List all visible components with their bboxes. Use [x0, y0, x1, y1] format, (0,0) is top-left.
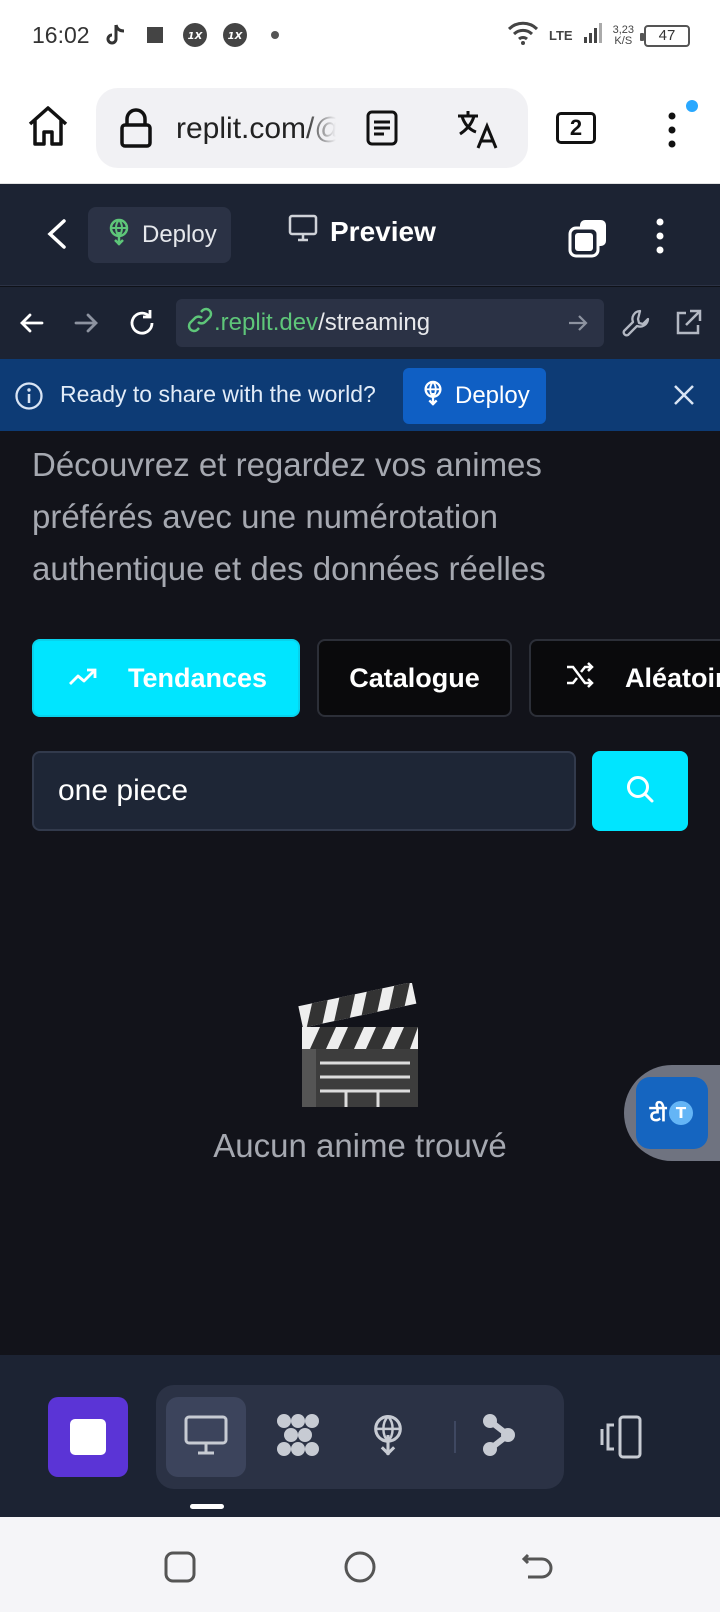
close-icon[interactable] [672, 383, 696, 407]
stop-icon [70, 1419, 106, 1455]
notification-icons: 1X 1X [102, 22, 288, 48]
search-icon [625, 774, 655, 809]
packages-tool-button[interactable] [258, 1397, 338, 1477]
open-external-icon[interactable] [672, 307, 704, 339]
square-notification-icon [142, 22, 168, 48]
system-navigation-bar [0, 1517, 720, 1612]
status-time: 16:02 [32, 22, 90, 48]
back-chevron-icon[interactable] [42, 217, 72, 251]
preview-tab[interactable]: Preview [288, 214, 436, 249]
signal-icon [583, 22, 603, 49]
browser-menu-icon[interactable] [660, 106, 684, 154]
status-right: LTE 3,23 K/S 47 [507, 20, 690, 51]
lock-icon [118, 108, 154, 148]
info-icon [14, 381, 44, 411]
trending-up-icon [68, 663, 98, 694]
tab-catalogue-label: Catalogue [349, 662, 480, 693]
browser-toolbar: replit.com/@ 2 [0, 72, 720, 184]
tiktok-icon [102, 22, 128, 48]
translate-icon[interactable] [456, 108, 498, 150]
packages-icon [274, 1411, 322, 1464]
floating-translate-bubble[interactable]: टी T [624, 1065, 720, 1161]
app-content: Découvrez et regardez vos animes préféré… [0, 431, 720, 1355]
svg-text:T: T [676, 1104, 687, 1122]
floating-label: टी [649, 1101, 667, 1126]
link-icon [186, 306, 214, 341]
toolbar-divider [454, 1421, 456, 1453]
replit-header: Deploy Preview [0, 184, 720, 286]
banner-deploy-label: Deploy [455, 382, 530, 409]
home-icon[interactable] [24, 102, 72, 150]
preview-tab-label: Preview [330, 215, 436, 247]
deploy-tab[interactable]: Deploy [88, 207, 231, 263]
app-1x-icon: 1X [222, 22, 248, 48]
deploy-tab-label: Deploy [142, 221, 217, 248]
category-tabs: Tendances Catalogue Aléatoire [32, 639, 720, 719]
tool-group [156, 1385, 564, 1489]
status-bar: 16:02 1X 1X LTE 3,23 K/S 47 [0, 0, 720, 72]
deploy-icon [368, 1412, 408, 1463]
more-options-icon[interactable] [648, 214, 672, 258]
banner-message: Ready to share with the world? [60, 381, 376, 407]
deploy-icon [421, 379, 445, 414]
update-badge [686, 100, 698, 112]
tab-switcher-button[interactable]: 2 [556, 112, 596, 144]
git-branch-icon [478, 1411, 518, 1464]
back-nav-icon[interactable] [518, 1547, 558, 1587]
wifi-icon [507, 20, 539, 51]
battery-indicator: 47 [640, 24, 690, 47]
shuffle-icon [565, 661, 595, 696]
preview-url-field[interactable]: .replit.dev/streaming [176, 299, 604, 347]
tab-tendances[interactable]: Tendances [32, 639, 300, 717]
tab-aleatoire[interactable]: Aléatoire [529, 639, 720, 717]
page-subtitle: Découvrez et regardez vos animes préféré… [32, 446, 546, 587]
search-input[interactable] [32, 751, 576, 831]
translate-app-icon: टी T [636, 1077, 708, 1149]
url-domain: .replit.dev [214, 309, 319, 336]
app-1x-icon: 1X [182, 22, 208, 48]
reader-mode-icon[interactable] [364, 110, 400, 146]
search-button[interactable] [592, 751, 688, 831]
tab-tendances-label: Tendances [128, 662, 268, 693]
deploy-icon [106, 218, 132, 253]
url-path: /streaming [318, 309, 431, 336]
preview-urlbar: .replit.dev/streaming [0, 287, 720, 359]
network-type: LTE [548, 28, 573, 43]
address-text[interactable]: replit.com/@ [176, 112, 336, 146]
replit-bottom-toolbar [0, 1355, 720, 1517]
wrench-icon[interactable] [620, 307, 652, 339]
recent-apps-icon[interactable] [160, 1547, 200, 1587]
deploy-banner: Ready to share with the world? Deploy [0, 359, 720, 431]
tabs-overview-icon[interactable] [568, 218, 608, 258]
reload-icon[interactable] [126, 307, 158, 339]
empty-state-message: Aucun anime trouvé [213, 1127, 507, 1164]
search-row [32, 751, 692, 831]
network-speed: 3,23 K/S [612, 23, 634, 47]
go-arrow-icon[interactable] [566, 311, 590, 335]
forward-arrow-icon[interactable] [70, 307, 102, 339]
home-circle-icon[interactable] [340, 1547, 380, 1587]
address-bar[interactable]: replit.com/@ [96, 88, 528, 168]
banner-deploy-button[interactable]: Deploy [403, 368, 546, 424]
monitor-icon [184, 1415, 228, 1460]
svg-text:1X: 1X [228, 31, 244, 42]
back-arrow-icon[interactable] [16, 307, 48, 339]
svg-text:1X: 1X [188, 31, 204, 42]
panel-toggle-icon[interactable] [596, 1409, 652, 1465]
monitor-icon [288, 214, 318, 249]
home-indicator [190, 1504, 224, 1509]
stop-button[interactable] [48, 1397, 128, 1477]
more-notifications-dot-icon [262, 22, 288, 48]
tab-catalogue[interactable]: Catalogue [317, 639, 512, 717]
tab-aleatoire-label: Aléatoire [625, 662, 720, 693]
git-tool-button[interactable] [458, 1397, 538, 1477]
deploy-tool-button[interactable] [348, 1397, 428, 1477]
clapperboard-icon [296, 982, 424, 1111]
preview-tool-button[interactable] [166, 1397, 246, 1477]
